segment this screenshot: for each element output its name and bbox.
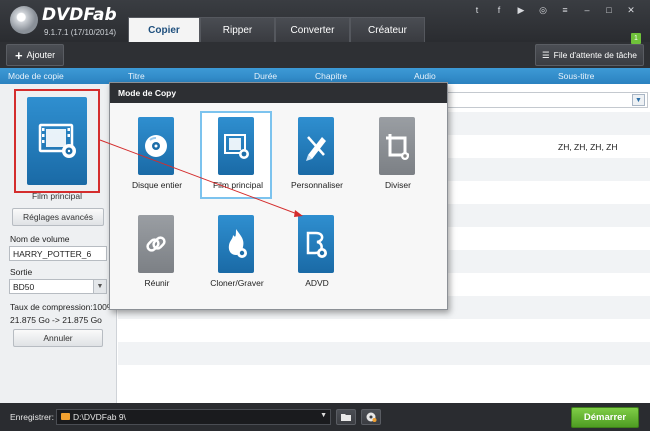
save-to-label: Enregistrer:	[10, 412, 54, 422]
disc-icon	[366, 412, 377, 422]
browse-folder-button[interactable]	[336, 409, 356, 425]
output-path-select[interactable]: D:\DVDFab 9\ ▼	[56, 409, 331, 425]
folder-icon	[341, 414, 351, 421]
start-button[interactable]: Démarrer	[571, 407, 639, 428]
annotation-arrow	[99, 139, 303, 217]
iso-output-button[interactable]	[361, 409, 381, 425]
status-bar: Enregistrer: D:\DVDFab 9\ ▼ Démarrer	[0, 403, 650, 431]
folder-icon	[61, 413, 70, 420]
chevron-down-icon: ▼	[320, 412, 327, 419]
